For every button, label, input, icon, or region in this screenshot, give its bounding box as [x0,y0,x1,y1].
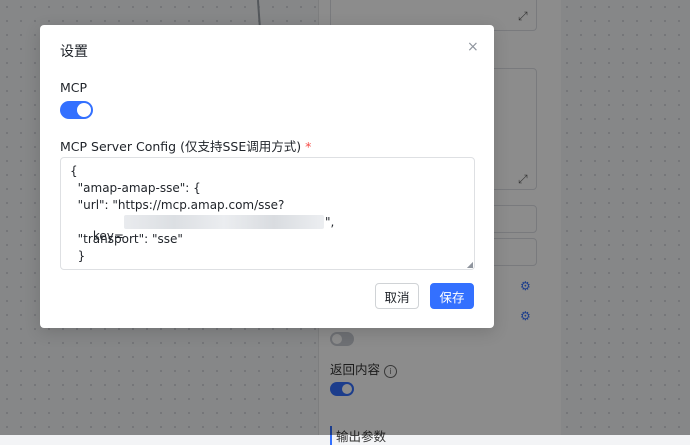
config-label: MCP Server Config (仅支持SSE调用方式) * [60,139,312,154]
redacted-key [124,215,324,229]
settings-modal: 设置 × MCP MCP Server Config (仅支持SSE调用方式) *… [40,25,494,328]
config-textarea[interactable]: { "amap-amap-sse": { "url": "https://mcp… [60,157,475,270]
resize-handle-icon[interactable]: ◢ [467,260,473,269]
mcp-toggle[interactable] [60,101,93,119]
config-line: "transport": "sse" [70,232,183,246]
cancel-button[interactable]: 取消 [375,283,419,309]
modal-title: 设置 [60,44,88,60]
mcp-label: MCP [60,80,88,95]
close-icon[interactable]: × [467,39,479,55]
config-line: { [70,164,78,178]
toggle-knob [77,103,91,117]
config-line: "amap-amap-sse": { [70,181,201,195]
required-mark: * [305,139,312,154]
config-line: "url": "https://mcp.amap.com/sse? [70,198,285,212]
config-line: } [70,249,86,263]
save-button[interactable]: 保存 [430,283,474,309]
